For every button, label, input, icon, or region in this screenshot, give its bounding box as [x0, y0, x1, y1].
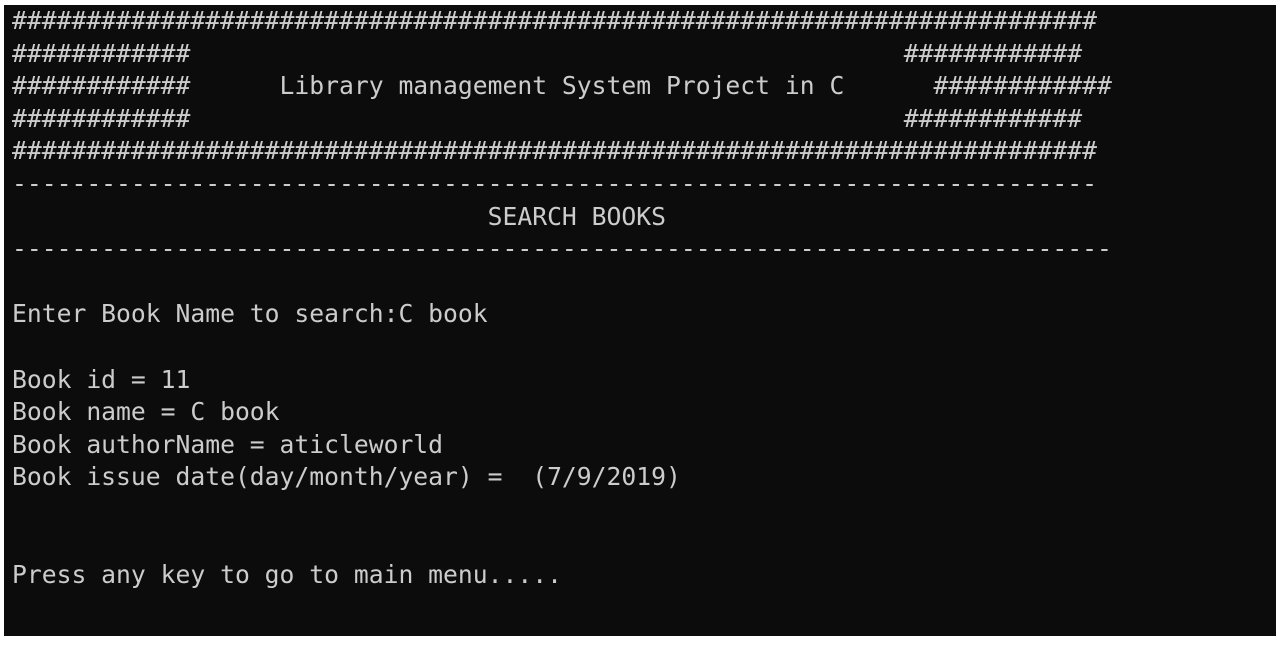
continue-prompt[interactable]: Press any key to go to main menu..... [12, 559, 562, 592]
book-name-line: Book name = C book [12, 397, 280, 427]
section-divider-top: ----------------------------------------… [12, 169, 1098, 198]
book-id-line: Book id = 11 [12, 364, 191, 394]
banner-side-line: ############ ############ [12, 103, 1083, 133]
banner-side-line: ############ ############ [12, 38, 1083, 68]
search-prompt: Enter Book Name to search:C book [12, 299, 488, 329]
section-heading: SEARCH BOOKS [12, 201, 666, 231]
banner-title: ############ Library management System P… [12, 71, 1112, 101]
book-author-line: Book authorName = aticleworld [12, 429, 444, 459]
banner-border-bottom: ########################################… [12, 136, 1098, 166]
book-issue-date-line: Book issue date(day/month/year) = (7/9/2… [12, 462, 681, 492]
section-divider-bottom: ----------------------------------------… [12, 234, 1112, 264]
banner-border-top: ########################################… [12, 6, 1098, 35]
console-window[interactable]: ########################################… [4, 5, 1276, 636]
